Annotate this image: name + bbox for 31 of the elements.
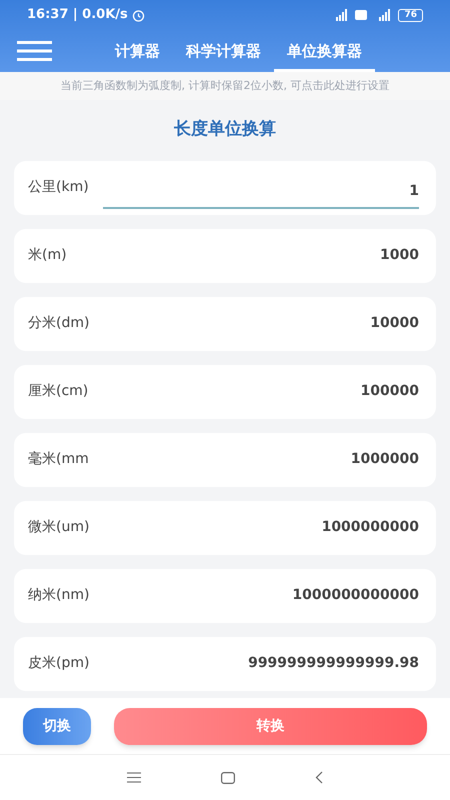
unit-value: 999999999999999.98	[248, 654, 419, 673]
section-title: 长度单位换算	[173, 118, 277, 141]
unit-label: 分米(dm)	[28, 314, 90, 333]
unit-value: 1000000000000	[292, 586, 419, 605]
unit-label: 公里(km)	[28, 178, 89, 197]
tab[interactable]: 科学计算器	[173, 30, 274, 72]
unit-value: 1000000000	[322, 518, 419, 537]
menu-icon[interactable]	[127, 772, 141, 783]
battery-indicator: 76	[398, 8, 423, 22]
back-icon[interactable]	[315, 771, 323, 784]
notice-text[interactable]: 当前三角函数制为弧度制, 计算时保留2位小数, 可点击此处进行设置	[0, 72, 450, 100]
unit-value: 1000000	[350, 450, 419, 469]
unit-label: 纳米(nm)	[28, 586, 90, 605]
unit-value: 10000	[370, 314, 419, 333]
unit-label: 厘米(cm)	[28, 382, 88, 401]
value-field[interactable]: 公里(km) 1	[14, 160, 436, 214]
home-icon[interactable]	[221, 772, 235, 784]
convert-button[interactable]: 转换	[114, 708, 427, 744]
switch-button[interactable]: 切换	[23, 708, 91, 744]
status-time: 16:37 | 0.0K/s	[27, 6, 128, 24]
unit-value: 1000	[380, 246, 419, 265]
unit-value: 100000	[360, 382, 419, 401]
unit-label: 皮米(pm)	[28, 654, 90, 673]
unit-label: 米(m)	[28, 246, 67, 265]
unit-label: 毫米(mm	[28, 450, 89, 469]
tab[interactable]: 计算器	[102, 30, 173, 72]
menu-icon[interactable]	[17, 41, 52, 61]
signal-icon	[379, 9, 390, 21]
alarm-icon	[132, 8, 145, 22]
signal-icon	[336, 9, 348, 21]
unit-label: 微米(um)	[28, 518, 90, 537]
